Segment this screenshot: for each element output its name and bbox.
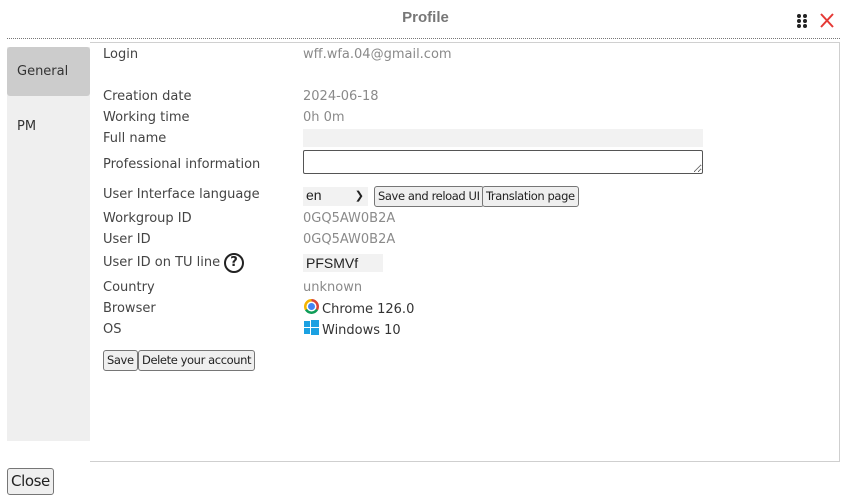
creation-date-label: Creation date [103,89,192,104]
login-value: wff.wfa.04@gmail.com [303,47,452,62]
save-and-reload-ui-button[interactable]: Save and reload UI [374,186,484,207]
tab-pm-label: PM [17,118,37,134]
user-id-tu-line-label: User ID on TU line [103,255,221,270]
os-value: Windows 10 [322,323,401,338]
ui-language-label: User Interface language [103,187,260,202]
close-button[interactable]: Close [7,468,54,495]
drag-handle-icon[interactable] [797,14,809,28]
header-divider [7,38,840,39]
country-value: unknown [303,280,363,295]
delete-account-button[interactable]: Delete your account [138,350,256,371]
user-id-value: 0GQ5AW0B2A [303,232,396,247]
chevron-down-icon: ❯ [354,190,364,202]
workgroup-id-value: 0GQ5AW0B2A [303,211,396,226]
windows-icon [304,320,319,335]
dialog-title: Profile [402,9,449,26]
ui-language-selected: en [306,187,322,203]
tab-pm[interactable]: PM [7,96,90,156]
ui-language-select[interactable]: en ❯ [303,187,368,206]
help-icon[interactable]: ? [224,253,244,273]
browser-value: Chrome 126.0 [322,302,415,317]
professional-information-label: Professional information [103,157,261,172]
login-label: Login [103,47,139,62]
workgroup-id-label: Workgroup ID [103,211,192,226]
save-button[interactable]: Save [103,350,138,371]
working-time-value: 0h 0m [303,110,345,125]
working-time-label: Working time [103,110,190,125]
creation-date-value: 2024-06-18 [303,89,379,104]
user-id-tu-line-value: PFSMVf [303,254,383,272]
dialog-header: Profile [0,0,851,39]
tab-general-label: General [17,64,69,79]
full-name-label: Full name [103,131,167,146]
professional-information-textarea[interactable] [303,150,703,174]
sidebar: General PM [7,47,90,441]
full-name-input[interactable] [303,129,703,147]
browser-label: Browser [103,301,156,316]
chrome-icon [304,299,319,314]
country-label: Country [103,280,155,295]
tab-general[interactable]: General [7,47,90,96]
os-label: OS [103,322,122,337]
user-id-label: User ID [103,232,151,247]
close-x-icon[interactable] [818,10,836,30]
translation-page-button[interactable]: Translation page [482,186,579,207]
general-panel [90,42,840,462]
